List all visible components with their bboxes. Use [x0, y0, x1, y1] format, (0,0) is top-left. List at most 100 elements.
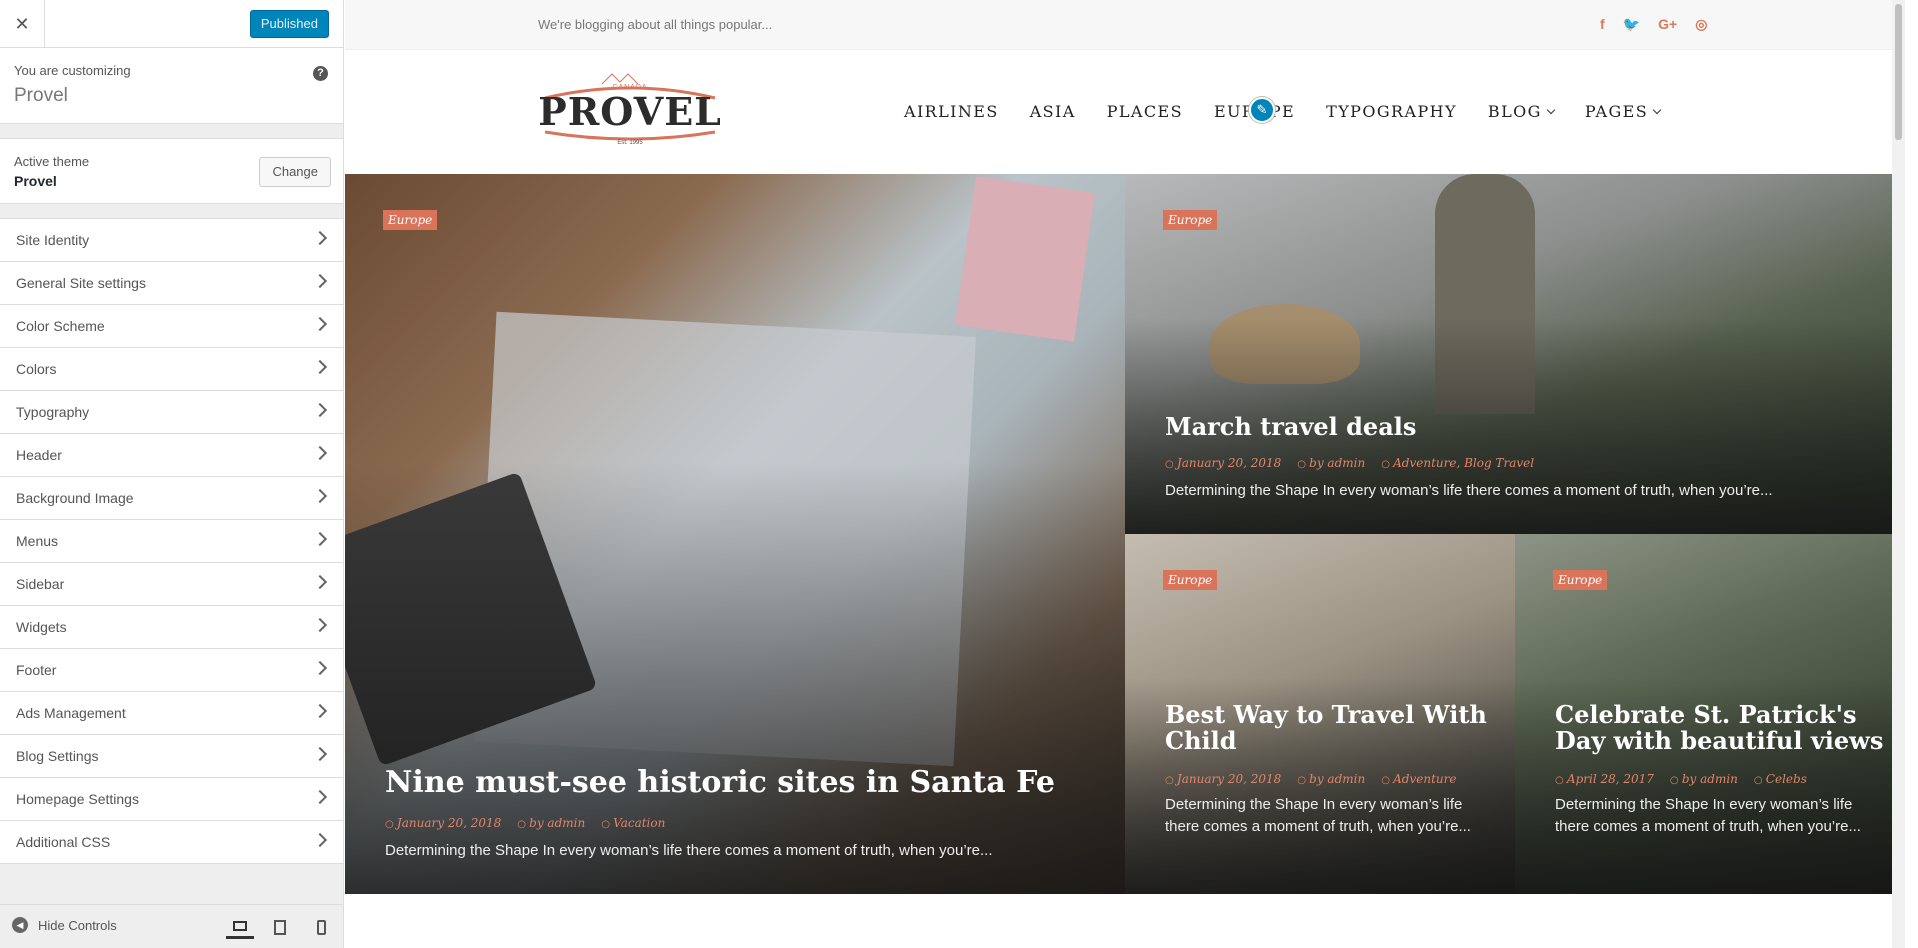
top-bar: We're blogging about all things popular.… [345, 0, 1905, 50]
menu-item-background-image[interactable]: Background Image [0, 477, 343, 520]
active-theme-label: Active theme [14, 154, 90, 169]
site-name: Provel [14, 85, 68, 106]
nav-label: AIRLINES [904, 102, 999, 121]
menu-item-label: Background Image [16, 490, 134, 506]
menu-item-label: Homepage Settings [16, 791, 139, 807]
post-author[interactable]: by admin [517, 816, 585, 830]
nav-item-airlines[interactable]: AIRLINES [904, 102, 999, 121]
chevron-right-icon [312, 488, 328, 504]
post-meta: January 20, 2018 by admin Vacation [385, 816, 665, 830]
menu-item-label: Site Identity [16, 232, 90, 248]
menu-item-label: Additional CSS [16, 834, 111, 850]
change-theme-button[interactable]: Change [259, 157, 331, 187]
tablet-preview-button[interactable] [266, 915, 294, 939]
menu-item-general-site-settings[interactable]: General Site settings [0, 262, 343, 305]
menu-item-footer[interactable]: Footer [0, 649, 343, 692]
nav-label: PLACES [1106, 102, 1183, 121]
tablet-icon [274, 919, 286, 935]
post-title[interactable]: Best Way to Travel With Child [1165, 701, 1495, 755]
menu-item-menus[interactable]: Menus [0, 520, 343, 563]
post-title[interactable]: Celebrate St. Patrick's Day with beautif… [1555, 701, 1885, 755]
post-excerpt: Determining the Shape In every woman’s l… [385, 842, 993, 859]
help-icon[interactable]: ? [313, 66, 328, 81]
notebook-shape [955, 176, 1095, 342]
hide-controls-button[interactable]: ◀ Hide Controls [12, 917, 117, 933]
collapse-icon: ◀ [12, 917, 28, 933]
logo-name-text: PROVEL [540, 89, 720, 134]
category-badge[interactable]: Europe [383, 210, 438, 230]
customizing-label: You are customizing [14, 63, 131, 78]
post-date: January 20, 2018 [385, 816, 501, 830]
mobile-icon [316, 919, 326, 935]
post-title[interactable]: Nine must-see historic sites in Santa Fe [385, 766, 1085, 799]
post-author[interactable]: by admin [1297, 456, 1365, 470]
nav-item-places[interactable]: PLACES [1107, 102, 1183, 121]
menu-item-ads-management[interactable]: Ads Management [0, 692, 343, 735]
menu-item-label: Header [16, 447, 62, 463]
scrollbar-thumb[interactable] [1895, 4, 1902, 140]
post-card-march[interactable]: Europe March travel deals January 20, 20… [1125, 174, 1905, 534]
post-tags[interactable]: Adventure [1381, 772, 1456, 786]
close-icon[interactable]: ✕ [0, 0, 45, 48]
menu-item-homepage-settings[interactable]: Homepage Settings [0, 778, 343, 821]
preview-scrollbar[interactable] [1892, 0, 1905, 948]
post-date: January 20, 2018 [1165, 772, 1281, 786]
nav-label: ASIA [1029, 102, 1076, 121]
post-meta: January 20, 2018 by admin Adventure [1165, 772, 1457, 786]
menu-item-label: Footer [16, 662, 57, 678]
category-badge[interactable]: Europe [1163, 570, 1218, 590]
post-meta: April 28, 2017 by admin Celebs [1555, 772, 1807, 786]
post-tags[interactable]: Celebs [1754, 772, 1807, 786]
menu-item-label: Typography [16, 404, 90, 420]
logo-est-text: Est. 1995 [617, 140, 643, 146]
category-badge[interactable]: Europe [1163, 210, 1218, 230]
publish-button[interactable]: Published [249, 10, 329, 38]
chevron-right-icon [312, 574, 328, 590]
post-date: January 20, 2018 [1165, 456, 1281, 470]
menu-item-blog-settings[interactable]: Blog Settings [0, 735, 343, 778]
post-card-featured[interactable]: Europe Nine must-see historic sites in S… [345, 174, 1125, 894]
nav-item-pages[interactable]: PAGES [1585, 102, 1662, 121]
nav-item-typography[interactable]: TYPOGRAPHY [1326, 102, 1457, 121]
chevron-right-icon [312, 660, 328, 676]
nav-item-asia[interactable]: ASIA [1030, 102, 1076, 121]
instagram-icon[interactable]: ◎ [1695, 16, 1707, 33]
chevron-right-icon [312, 617, 328, 633]
post-tags[interactable]: Vacation [601, 816, 665, 830]
nav-label: TYPOGRAPHY [1326, 102, 1457, 121]
menu-item-widgets[interactable]: Widgets [0, 606, 343, 649]
desktop-preview-button[interactable] [226, 915, 254, 939]
chevron-down-icon [1652, 105, 1662, 115]
menu-item-label: General Site settings [16, 275, 146, 291]
google-plus-icon[interactable]: G+ [1658, 16, 1677, 33]
post-tags[interactable]: Adventure, Blog Travel [1381, 456, 1534, 470]
menu-item-sidebar[interactable]: Sidebar [0, 563, 343, 606]
nav-item-blog[interactable]: BLOG [1488, 102, 1556, 121]
chevron-right-icon [312, 359, 328, 375]
menu-item-additional-css[interactable]: Additional CSS [0, 821, 343, 864]
chevron-right-icon [312, 789, 328, 805]
menu-item-color-scheme[interactable]: Color Scheme [0, 305, 343, 348]
menu-item-label: Ads Management [16, 705, 126, 721]
post-date: April 28, 2017 [1555, 772, 1654, 786]
post-author[interactable]: by admin [1670, 772, 1738, 786]
post-title[interactable]: March travel deals [1165, 413, 1865, 440]
category-badge[interactable]: Europe [1553, 570, 1608, 590]
post-author[interactable]: by admin [1297, 772, 1365, 786]
twitter-icon[interactable]: 🐦 [1623, 16, 1640, 33]
chevron-right-icon [312, 703, 328, 719]
facebook-icon[interactable]: f [1600, 16, 1605, 33]
menu-item-typography[interactable]: Typography [0, 391, 343, 434]
site-logo[interactable]: CANADA PROVEL Est. 1995 [538, 72, 721, 152]
active-theme-panel: Active theme Provel Change [0, 138, 343, 204]
chevron-right-icon [312, 531, 328, 547]
post-card-child[interactable]: Europe Best Way to Travel With Child Jan… [1125, 534, 1515, 894]
post-meta: January 20, 2018 by admin Adventure, Blo… [1165, 456, 1534, 470]
post-excerpt: Determining the Shape In every woman’s l… [1165, 796, 1471, 835]
menu-item-site-identity[interactable]: Site Identity [0, 219, 343, 262]
post-card-st-patrick[interactable]: Europe Celebrate St. Patrick's Day with … [1515, 534, 1905, 894]
mobile-preview-button[interactable] [307, 915, 335, 939]
menu-item-colors[interactable]: Colors [0, 348, 343, 391]
edit-shortcut-icon[interactable]: ✎ [1249, 97, 1275, 123]
menu-item-header[interactable]: Header [0, 434, 343, 477]
